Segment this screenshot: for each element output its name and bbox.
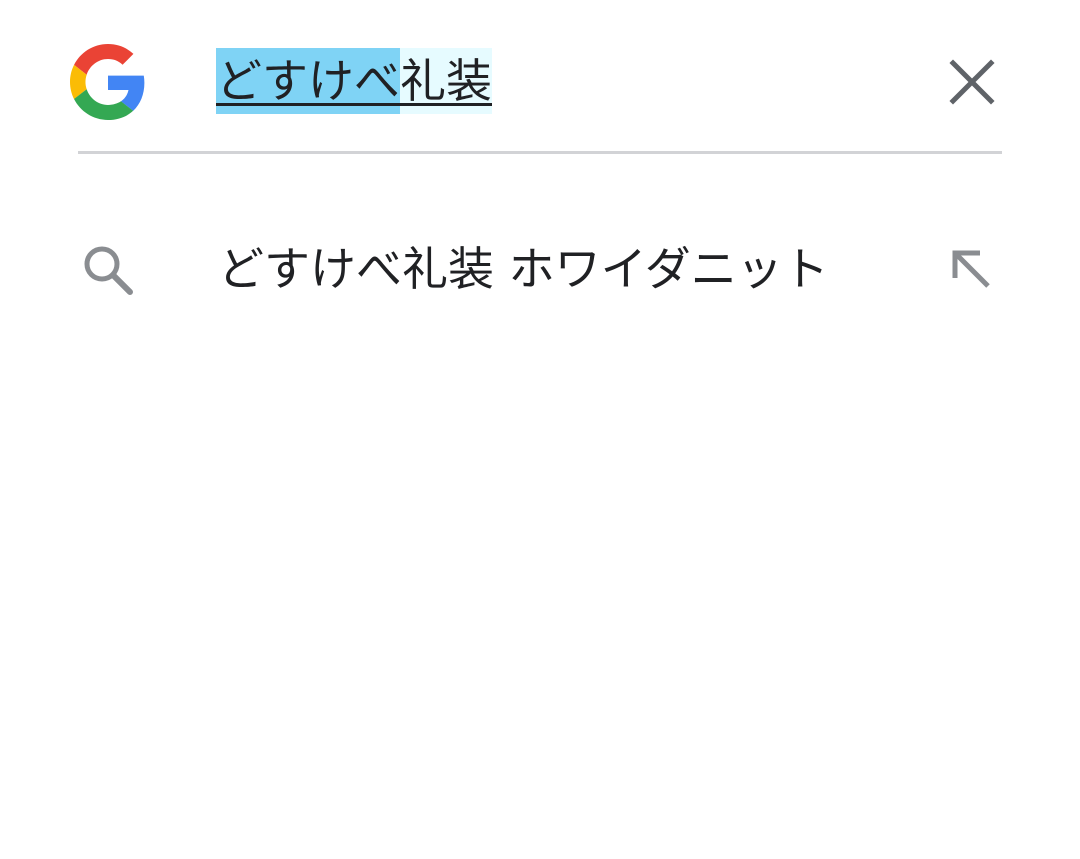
suggestion-text: どすけべ礼装 ホワイダニット (218, 242, 829, 296)
arrow-up-left-icon (952, 250, 990, 288)
search-icon (78, 240, 138, 300)
fill-query-button[interactable] (942, 240, 1002, 300)
search-bar: どすけべ 礼装 (0, 0, 1080, 155)
search-divider (78, 151, 1002, 154)
search-page: どすけべ 礼装 どすけべ礼装 ホワイダニット (0, 0, 1080, 859)
search-input[interactable]: どすけべ 礼装 (216, 48, 492, 114)
query-composing-text: 礼装 (400, 48, 492, 114)
clear-button[interactable] (942, 52, 1002, 112)
close-icon (949, 59, 995, 105)
suggestion-item[interactable]: どすけべ礼装 ホワイダニット (0, 210, 1080, 330)
query-selected-text: どすけべ (216, 48, 400, 114)
google-logo-icon (70, 44, 146, 120)
